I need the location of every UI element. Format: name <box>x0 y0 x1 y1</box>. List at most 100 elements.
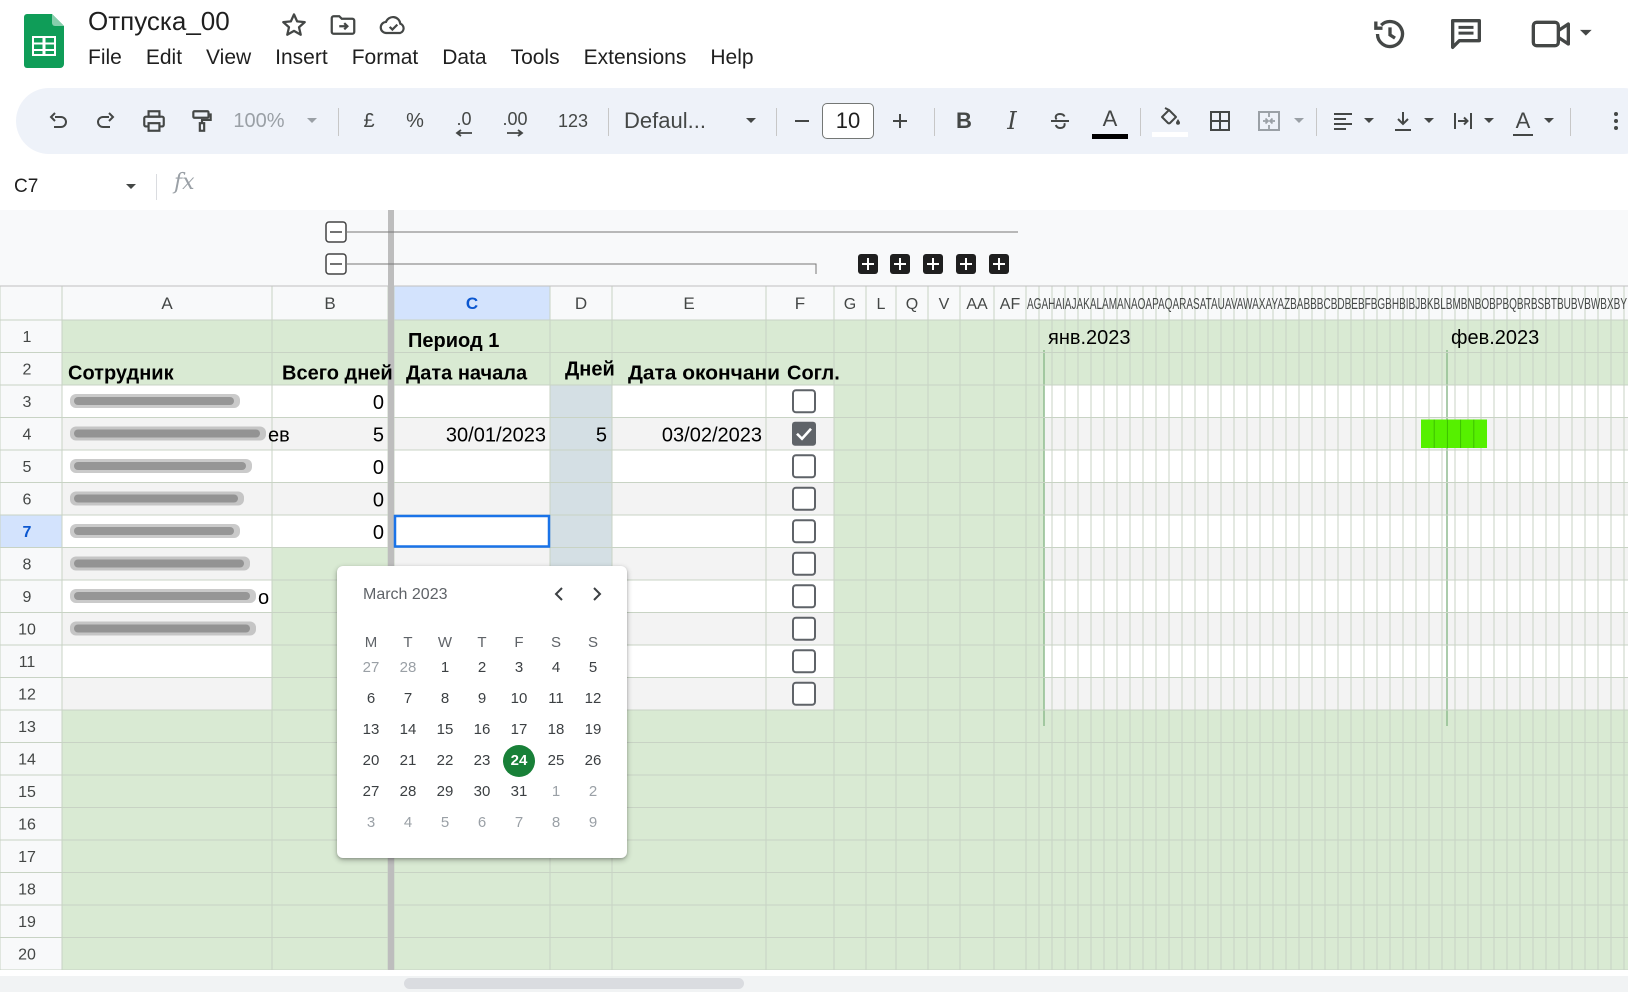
approved-checkbox[interactable] <box>792 551 816 576</box>
calendar-day[interactable]: 15 <box>429 714 461 746</box>
calendar-day[interactable]: 21 <box>392 745 424 777</box>
approved-checkbox[interactable] <box>792 421 816 446</box>
selected-day[interactable]: 24 <box>503 745 535 777</box>
calendar-day[interactable]: 18 <box>540 714 572 746</box>
active-cell-c7[interactable] <box>393 514 551 548</box>
font-family-select[interactable]: Defaul... <box>616 88 746 154</box>
calendar-day[interactable]: 1 <box>429 652 461 684</box>
column-header-af[interactable]: AF <box>1000 296 1021 313</box>
calendar-day[interactable]: 29 <box>429 776 461 808</box>
calendar-day[interactable]: 2 <box>466 652 498 684</box>
redo-icon[interactable] <box>86 88 126 154</box>
row-header-18[interactable]: 18 <box>18 882 36 899</box>
row-header-6[interactable]: 6 <box>23 492 32 509</box>
calendar-day[interactable]: 25 <box>540 745 572 777</box>
calendar-day[interactable]: 20 <box>355 745 387 777</box>
approved-checkbox[interactable] <box>792 584 816 609</box>
menu-tools[interactable]: Tools <box>499 44 572 76</box>
calendar-day[interactable]: 27 <box>355 776 387 808</box>
column-header-v[interactable]: V <box>939 296 950 313</box>
merge-cells-icon[interactable] <box>1248 88 1290 154</box>
chevron-down-icon[interactable] <box>1290 88 1308 154</box>
row-header-7[interactable]: 7 <box>23 524 32 541</box>
approved-checkbox[interactable] <box>792 389 816 414</box>
font-size-input[interactable]: 10 <box>822 103 874 139</box>
column-header-aa[interactable]: AA <box>966 296 988 313</box>
calendar-day[interactable]: 31 <box>503 776 535 808</box>
calendar-day[interactable]: 14 <box>392 714 424 746</box>
column-header-d[interactable]: D <box>575 294 587 313</box>
increase-font-size-icon[interactable] <box>880 88 920 154</box>
calendar-day[interactable]: 7 <box>392 683 424 715</box>
menu-view[interactable]: View <box>194 44 263 76</box>
chevron-down-icon[interactable] <box>124 182 138 192</box>
menu-help[interactable]: Help <box>698 44 765 76</box>
column-header-a[interactable]: A <box>161 294 173 313</box>
calendar-day[interactable]: 16 <box>466 714 498 746</box>
calendar-day[interactable]: 8 <box>429 683 461 715</box>
star-icon[interactable] <box>279 10 309 40</box>
calendar-day[interactable]: 28 <box>392 776 424 808</box>
row-header-16[interactable]: 16 <box>18 817 36 834</box>
italic-button[interactable]: I <box>992 88 1032 154</box>
calendar-day[interactable]: 23 <box>466 745 498 777</box>
row-header-12[interactable]: 12 <box>18 687 36 704</box>
row-header-5[interactable]: 5 <box>23 459 32 476</box>
undo-icon[interactable] <box>38 88 78 154</box>
calendar-day[interactable]: 9 <box>466 683 498 715</box>
text-rotation-button[interactable]: A <box>1504 88 1542 154</box>
menu-file[interactable]: File <box>76 44 134 76</box>
calendar-day[interactable]: 1 <box>540 776 572 808</box>
row-header-9[interactable]: 9 <box>23 589 32 606</box>
menu-insert[interactable]: Insert <box>263 44 340 76</box>
calendar-day[interactable]: 7 <box>503 807 535 839</box>
text-color-button[interactable]: A <box>1088 88 1132 154</box>
print-icon[interactable] <box>134 88 174 154</box>
column-header-f[interactable]: F <box>795 294 805 313</box>
approved-checkbox[interactable] <box>792 616 816 641</box>
text-wrap-icon[interactable] <box>1444 88 1482 154</box>
decrease-decimal-button[interactable]: .0 <box>444 88 484 154</box>
row-header-17[interactable]: 17 <box>18 849 36 866</box>
currency-format-button[interactable]: £ <box>352 88 386 154</box>
chevron-down-icon[interactable] <box>302 88 322 154</box>
approved-checkbox[interactable] <box>792 454 816 479</box>
row-header-1[interactable]: 1 <box>23 329 32 346</box>
column-header-b[interactable]: B <box>324 294 335 313</box>
name-box[interactable]: C7 <box>0 168 157 206</box>
zoom-select[interactable]: 100% <box>230 88 288 154</box>
calendar-day[interactable]: 27 <box>355 652 387 684</box>
prev-month-icon[interactable] <box>545 580 573 608</box>
decrease-font-size-icon[interactable] <box>782 88 822 154</box>
calendar-day[interactable]: 28 <box>392 652 424 684</box>
percent-format-button[interactable]: % <box>398 88 432 154</box>
row-header-8[interactable]: 8 <box>23 557 32 574</box>
document-title[interactable]: Отпуска_00 <box>88 6 230 37</box>
vertical-align-icon[interactable] <box>1384 88 1422 154</box>
formula-input[interactable] <box>214 168 1628 206</box>
row-header-11[interactable]: 11 <box>19 654 36 671</box>
calendar-day[interactable]: 4 <box>540 652 572 684</box>
menu-extensions[interactable]: Extensions <box>572 44 699 76</box>
row-header-15[interactable]: 15 <box>18 784 36 801</box>
calendar-day[interactable]: 3 <box>503 652 535 684</box>
cloud-saved-icon[interactable] <box>378 10 408 40</box>
row-header-14[interactable]: 14 <box>18 752 36 769</box>
paint-format-icon[interactable] <box>182 88 222 154</box>
calendar-day[interactable]: 17 <box>503 714 535 746</box>
calendar-day[interactable]: 5 <box>577 652 609 684</box>
row-header-4[interactable]: 4 <box>23 427 32 444</box>
menu-edit[interactable]: Edit <box>134 44 194 76</box>
fill-color-button[interactable] <box>1148 88 1192 154</box>
horizontal-scrollbar[interactable] <box>0 976 1628 992</box>
calendar-day[interactable]: 26 <box>577 745 609 777</box>
number-format-button[interactable]: 123 <box>546 88 600 154</box>
row-header-10[interactable]: 10 <box>18 622 36 639</box>
row-header-13[interactable]: 13 <box>18 719 36 736</box>
next-month-icon[interactable] <box>583 580 611 608</box>
calendar-day[interactable]: 10 <box>503 683 535 715</box>
strikethrough-icon[interactable] <box>1040 88 1080 154</box>
calendar-day[interactable]: 30 <box>466 776 498 808</box>
more-options-icon[interactable] <box>1602 88 1628 154</box>
chevron-down-icon[interactable] <box>1420 88 1438 154</box>
